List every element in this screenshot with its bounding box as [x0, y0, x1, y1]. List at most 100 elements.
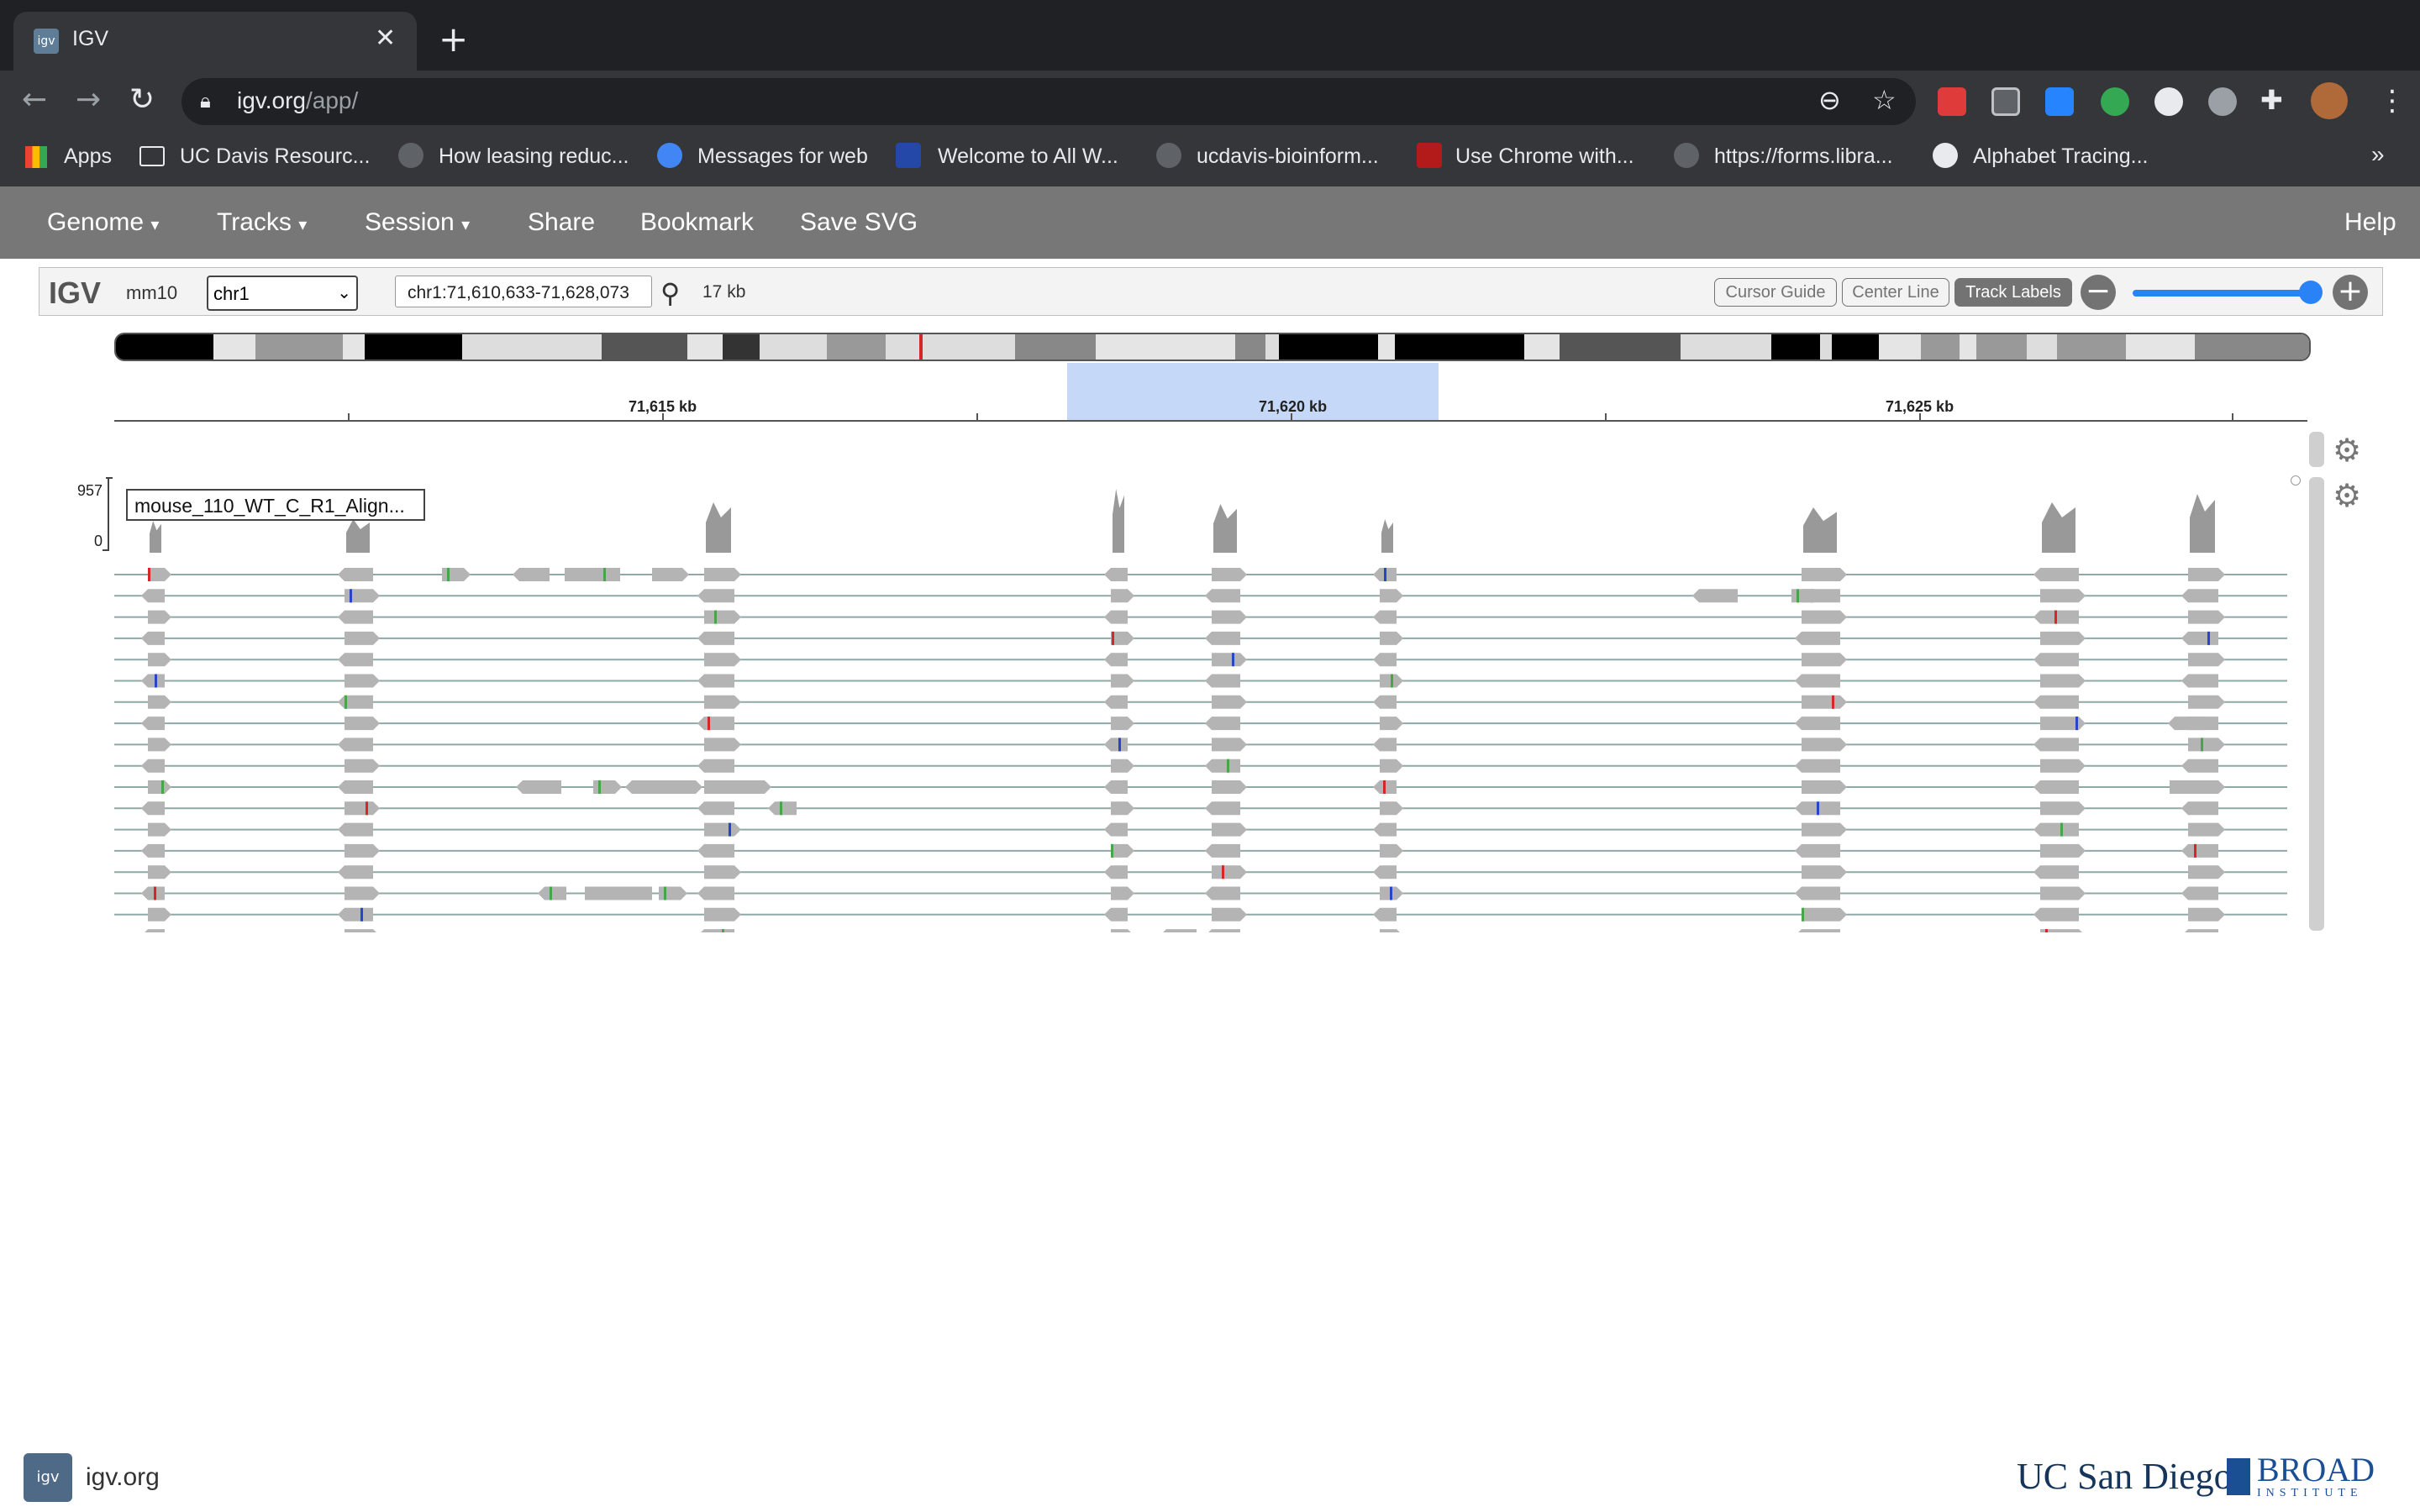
- aligned-read: [141, 886, 165, 900]
- aligned-read: [345, 717, 380, 731]
- url-text[interactable]: igv.org/app/: [237, 87, 358, 114]
- aligned-read: [704, 610, 741, 624]
- aligned-read: [338, 568, 373, 581]
- search-icon[interactable]: ⚲: [660, 277, 680, 309]
- track-name-label[interactable]: mouse_110_WT_C_R1_Align...: [126, 489, 425, 521]
- forward-icon[interactable]: →: [76, 82, 101, 117]
- bookmark-ucdavis-bioinform[interactable]: ucdavis-bioinform...: [1197, 144, 1379, 169]
- aligned-read: [338, 865, 373, 879]
- share-button[interactable]: Share: [528, 208, 595, 237]
- mismatch-marker: [161, 780, 164, 794]
- aligned-read: [141, 631, 165, 645]
- bookmark-button[interactable]: Bookmark: [640, 208, 754, 237]
- bookmark-use-chrome[interactable]: Use Chrome with...: [1455, 144, 1634, 169]
- aligned-read: [659, 886, 687, 900]
- avatar[interactable]: [2311, 82, 2348, 119]
- cursor-guide-toggle[interactable]: Cursor Guide: [1714, 278, 1837, 307]
- zoom-slider[interactable]: [2133, 290, 2317, 297]
- aligned-read: [338, 907, 373, 921]
- lock-icon[interactable]: 🔒︎: [200, 89, 211, 113]
- aligned-read: [1802, 568, 1847, 581]
- coverage-peak: [1381, 519, 1393, 553]
- extension-icon[interactable]: [2208, 87, 2237, 116]
- track-labels-toggle[interactable]: Track Labels: [1954, 278, 2072, 307]
- chromosome-select[interactable]: chr1 ⌄: [207, 276, 358, 311]
- globe-icon: [398, 143, 424, 168]
- bookmark-apps[interactable]: Apps: [64, 144, 112, 169]
- center-line-toggle[interactable]: Center Line: [1842, 278, 1949, 307]
- pocket-icon[interactable]: [1991, 87, 2020, 116]
- extension-icon[interactable]: [1938, 87, 1966, 116]
- aligned-read: [1795, 759, 1840, 773]
- chromosome-ideogram[interactable]: [114, 333, 2311, 361]
- genome-menu[interactable]: Genome ▾: [47, 208, 159, 237]
- aligned-read: [704, 568, 741, 581]
- aligned-read: [1802, 610, 1847, 624]
- extensions-icon[interactable]: ✚: [2260, 84, 2283, 116]
- igv-favicon-icon: igv: [34, 29, 59, 54]
- coverage-peak: [2042, 502, 2075, 553]
- igv-logo-icon: igv: [24, 1453, 72, 1502]
- alignment-track[interactable]: [114, 470, 2287, 932]
- aligned-read: [141, 801, 165, 816]
- close-tab-icon[interactable]: ✕: [375, 24, 396, 53]
- coverage-scale-tick: [103, 549, 109, 551]
- bookmark-leasing[interactable]: How leasing reduc...: [439, 144, 629, 169]
- gear-icon[interactable]: ⚙: [2333, 477, 2361, 514]
- aligned-read: [1212, 653, 1247, 667]
- help-button[interactable]: Help: [2344, 208, 2396, 237]
- zoom-in-icon[interactable]: +: [2333, 275, 2368, 310]
- bookmark-welcome[interactable]: Welcome to All W...: [938, 144, 1118, 169]
- zoom-slider-handle[interactable]: [2299, 281, 2323, 304]
- session-menu[interactable]: Session ▾: [365, 208, 470, 237]
- aligned-read: [1104, 780, 1128, 794]
- aligned-read: [2040, 759, 2086, 773]
- coverage-peak: [706, 502, 731, 553]
- aligned-read: [148, 695, 171, 709]
- aligned-read: [338, 653, 373, 667]
- aligned-read: [2181, 631, 2218, 645]
- ruler-track-scrollbar[interactable]: [2309, 432, 2324, 467]
- mismatch-marker: [2194, 843, 2196, 858]
- new-tab-button[interactable]: +: [439, 18, 468, 60]
- back-icon[interactable]: ←: [22, 82, 47, 117]
- reload-icon[interactable]: ↻: [129, 82, 155, 117]
- bookmark-messages[interactable]: Messages for web: [697, 144, 868, 169]
- zoom-out-icon[interactable]: −: [2081, 275, 2116, 310]
- caret-down-icon: ▾: [461, 214, 471, 234]
- igv-org-link[interactable]: igv.org: [86, 1463, 160, 1492]
- track-scrollbar[interactable]: [2309, 477, 2324, 931]
- aligned-read: [2181, 589, 2218, 603]
- track-drag-handle[interactable]: [2291, 475, 2301, 486]
- mismatch-marker: [1232, 653, 1234, 667]
- zoom-icon[interactable]: ⊖: [1818, 84, 1841, 116]
- extension-icon[interactable]: [2101, 87, 2129, 116]
- address-bar[interactable]: [182, 78, 1916, 125]
- star-icon[interactable]: ☆: [1872, 84, 1897, 116]
- menu-icon[interactable]: ⋮: [2378, 84, 2407, 118]
- aligned-read: [2040, 631, 2086, 645]
- trello-icon[interactable]: [2045, 87, 2074, 116]
- aligned-read: [697, 589, 734, 603]
- extension-icon[interactable]: [2154, 87, 2183, 116]
- bookmark-forms-library[interactable]: https://forms.libra...: [1714, 144, 1893, 169]
- aligned-read: [148, 568, 171, 581]
- locus-search-input[interactable]: chr1:71,610,633-71,628,073: [395, 276, 652, 307]
- aligned-read: [2188, 568, 2225, 581]
- aligned-read: [2181, 843, 2218, 858]
- coverage-scale-bar: [108, 479, 109, 551]
- coverage-peak: [150, 521, 161, 553]
- apps-icon[interactable]: [25, 146, 47, 168]
- bookmark-ucdavis[interactable]: UC Davis Resourc...: [180, 144, 370, 169]
- bookmarks-overflow-button[interactable]: »: [2371, 141, 2385, 168]
- aligned-read: [1212, 865, 1247, 879]
- aligned-read: [345, 759, 380, 773]
- mismatch-marker: [1391, 674, 1393, 688]
- save-svg-button[interactable]: Save SVG: [800, 208, 918, 237]
- bookmark-alphabet-tracing[interactable]: Alphabet Tracing...: [1973, 144, 2148, 169]
- aligned-read: [338, 738, 373, 752]
- tracks-menu[interactable]: Tracks ▾: [217, 208, 307, 237]
- ruler-axis: [114, 420, 2307, 422]
- gear-icon[interactable]: ⚙: [2333, 432, 2361, 469]
- window-size-label: 17 kb: [702, 282, 746, 302]
